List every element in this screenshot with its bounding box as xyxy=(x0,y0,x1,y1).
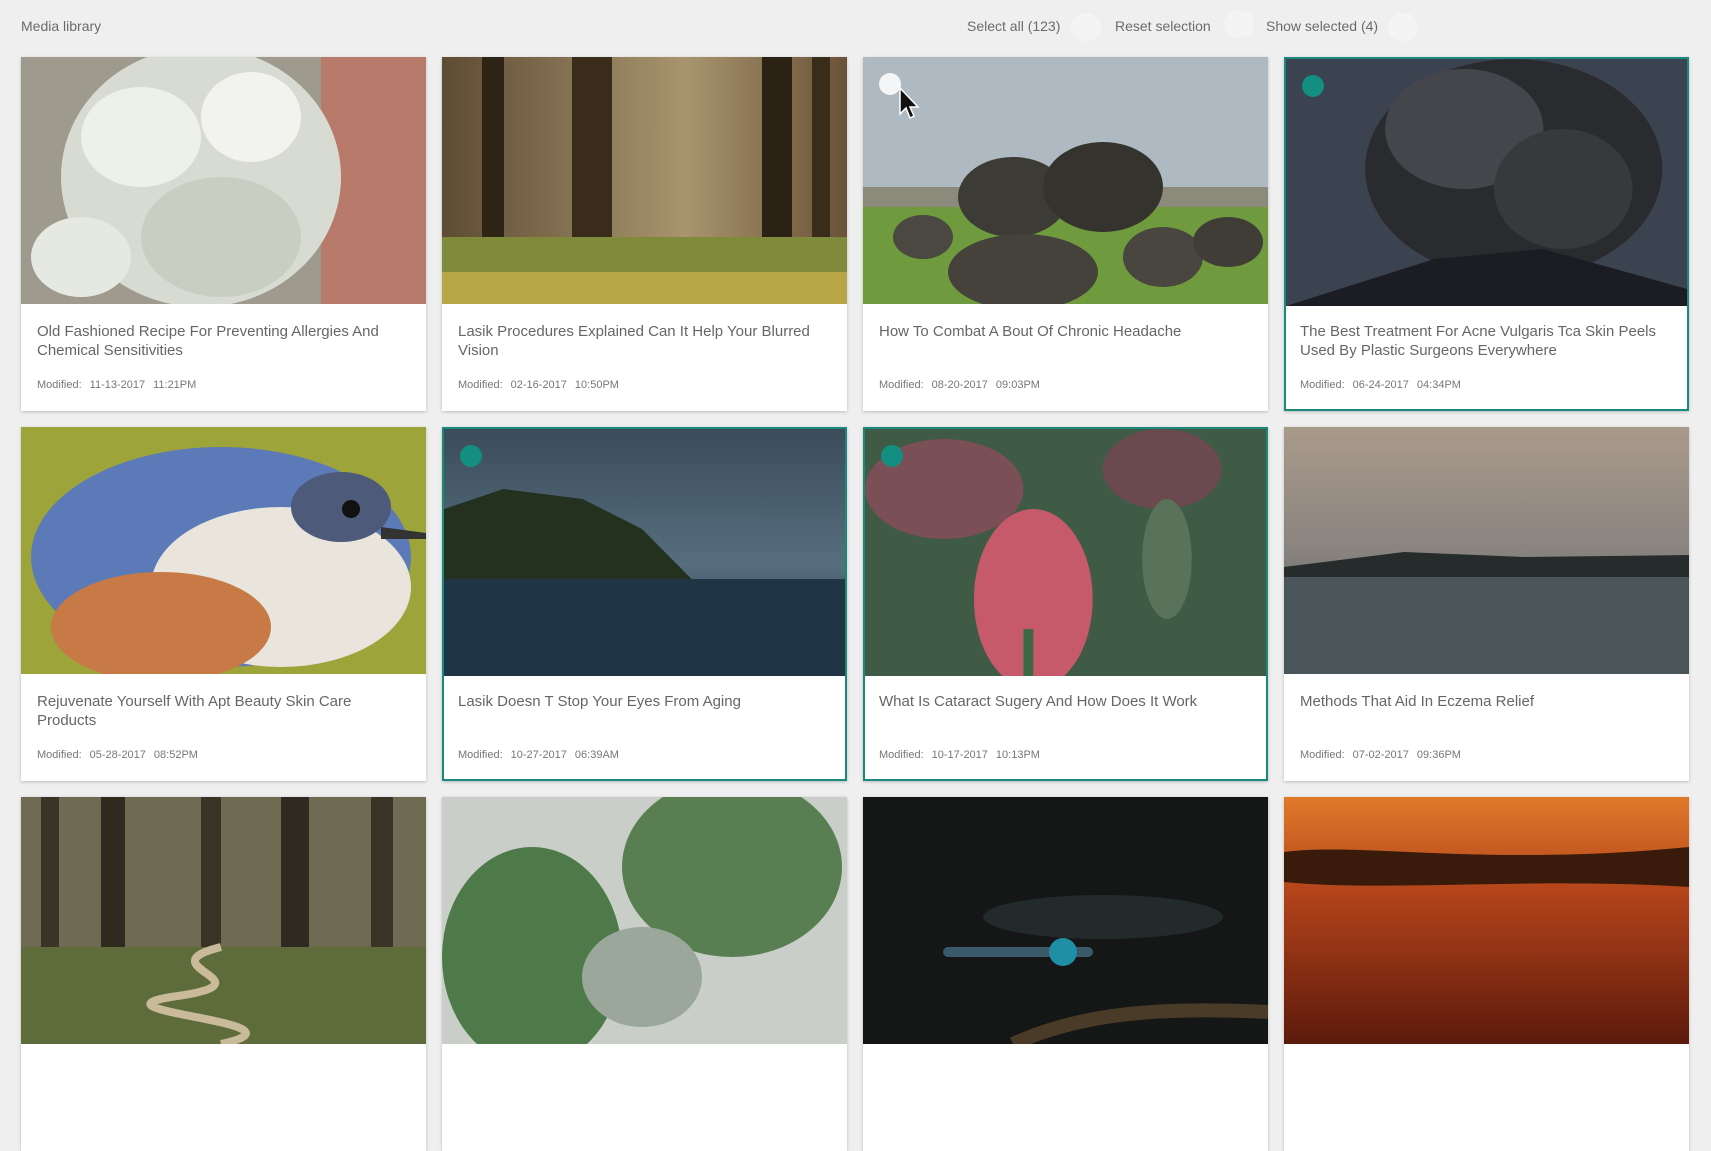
thumbnail-image xyxy=(1284,797,1689,1044)
thumbnail-image xyxy=(863,57,1268,304)
show-selected-button[interactable]: Show selected (4) xyxy=(1266,18,1378,34)
select-checkbox[interactable] xyxy=(881,445,903,467)
modified-info: Modified: 06-24-2017 04:34PM xyxy=(1300,379,1469,391)
page-title: Media library xyxy=(21,18,102,34)
media-card[interactable]: Old Fashioned Recipe For Preventing Alle… xyxy=(21,57,426,411)
modified-date: 10-17-2017 xyxy=(931,749,988,761)
card-title: Rejuvenate Yourself With Apt Beauty Skin… xyxy=(37,693,352,729)
modified-time: 10:50PM xyxy=(574,379,619,391)
modified-date: 07-02-2017 xyxy=(1352,749,1409,761)
media-card[interactable] xyxy=(1284,797,1689,1151)
modified-label: Modified: xyxy=(879,379,924,391)
modified-time: 08:52PM xyxy=(153,749,198,761)
card-title: Lasik Doesn T Stop Your Eyes From Aging xyxy=(458,693,741,710)
card-title: Old Fashioned Recipe For Preventing Alle… xyxy=(37,323,379,359)
media-card[interactable]: What Is Cataract Sugery And How Does It … xyxy=(863,427,1268,781)
modified-date: 08-20-2017 xyxy=(931,379,988,391)
card-title: Lasik Procedures Explained Can It Help Y… xyxy=(458,323,810,359)
media-card[interactable] xyxy=(442,797,847,1151)
media-card[interactable]: Rejuvenate Yourself With Apt Beauty Skin… xyxy=(21,427,426,781)
thumbnail-image xyxy=(865,429,1266,676)
reset-selection-button[interactable]: Reset selection xyxy=(1115,18,1211,34)
modified-date: 05-28-2017 xyxy=(89,749,146,761)
modified-label: Modified: xyxy=(879,749,924,761)
modified-label: Modified: xyxy=(37,379,82,391)
select-checkbox[interactable] xyxy=(1302,75,1324,97)
card-title: What Is Cataract Sugery And How Does It … xyxy=(879,693,1198,710)
modified-time: 06:39AM xyxy=(574,749,619,761)
modified-time: 10:13PM xyxy=(995,749,1040,761)
media-card[interactable]: Methods That Aid In Eczema Relief Modifi… xyxy=(1284,427,1689,781)
button-ripple xyxy=(1071,13,1101,41)
card-title: Methods That Aid In Eczema Relief xyxy=(1300,693,1535,710)
thumbnail-image xyxy=(21,57,426,304)
modified-info: Modified: 11-13-2017 11:21PM xyxy=(37,379,204,391)
modified-time: 09:03PM xyxy=(995,379,1040,391)
card-title: How To Combat A Bout Of Chronic Headache xyxy=(879,323,1182,340)
modified-label: Modified: xyxy=(1300,379,1345,391)
modified-time: 11:21PM xyxy=(153,379,197,391)
thumbnail-image xyxy=(1284,427,1689,674)
media-card[interactable]: How To Combat A Bout Of Chronic Headache… xyxy=(863,57,1268,411)
modified-date: 11-13-2017 xyxy=(89,379,146,391)
modified-info: Modified: 05-28-2017 08:52PM xyxy=(37,749,206,761)
select-all-button[interactable]: Select all (123) xyxy=(967,18,1060,34)
modified-info: Modified: 10-17-2017 10:13PM xyxy=(879,749,1048,761)
thumbnail-image xyxy=(21,427,426,674)
button-ripple xyxy=(1388,13,1418,41)
thumbnail-image xyxy=(444,429,845,676)
button-ripple xyxy=(1224,10,1254,38)
modified-date: 02-16-2017 xyxy=(510,379,567,391)
thumbnail-image xyxy=(442,797,847,1044)
thumbnail-image xyxy=(21,797,426,1044)
select-checkbox[interactable] xyxy=(460,445,482,467)
mouse-pointer-icon xyxy=(899,86,920,120)
media-card[interactable]: The Best Treatment For Acne Vulgaris Tca… xyxy=(1284,57,1689,411)
modified-label: Modified: xyxy=(1300,749,1345,761)
modified-label: Modified: xyxy=(458,749,503,761)
modified-time: 04:34PM xyxy=(1416,379,1461,391)
modified-label: Modified: xyxy=(458,379,503,391)
top-bar: Media library Select all (123) Reset sel… xyxy=(0,0,1711,52)
card-title: The Best Treatment For Acne Vulgaris Tca… xyxy=(1300,323,1657,359)
modified-time: 09:36PM xyxy=(1416,749,1461,761)
modified-info: Modified: 02-16-2017 10:50PM xyxy=(458,379,627,391)
media-card[interactable] xyxy=(21,797,426,1151)
modified-date: 06-24-2017 xyxy=(1352,379,1409,391)
media-card[interactable] xyxy=(863,797,1268,1151)
media-card[interactable]: Lasik Doesn T Stop Your Eyes From Aging … xyxy=(442,427,847,781)
modified-date: 10-27-2017 xyxy=(510,749,567,761)
modified-label: Modified: xyxy=(37,749,82,761)
thumbnail-image xyxy=(442,57,847,304)
media-card[interactable]: Lasik Procedures Explained Can It Help Y… xyxy=(442,57,847,411)
modified-info: Modified: 10-27-2017 06:39AM xyxy=(458,749,627,761)
thumbnail-image xyxy=(863,797,1268,1044)
thumbnail-image xyxy=(1286,59,1687,306)
modified-info: Modified: 08-20-2017 09:03PM xyxy=(879,379,1048,391)
modified-info: Modified: 07-02-2017 09:36PM xyxy=(1300,749,1469,761)
